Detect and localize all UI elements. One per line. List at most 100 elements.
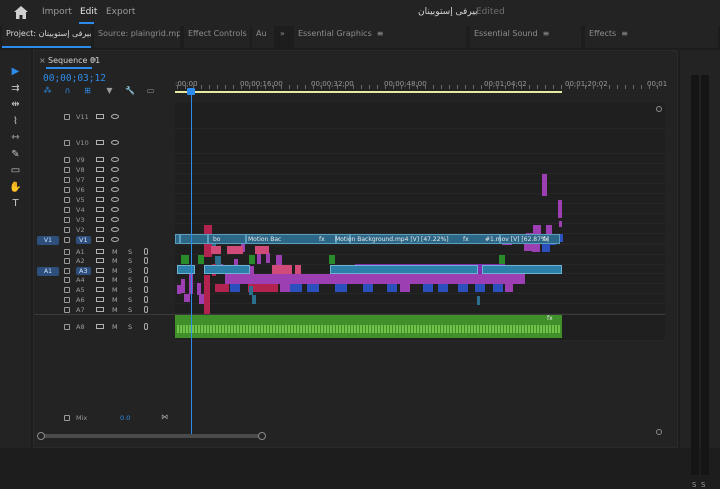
video-clip[interactable] bbox=[355, 274, 365, 284]
audio-clip[interactable] bbox=[329, 255, 335, 264]
nest-icon[interactable]: ⁂ bbox=[43, 86, 52, 95]
selection-tool-icon[interactable]: ▶ bbox=[9, 66, 22, 78]
video-clip[interactable] bbox=[532, 244, 540, 252]
audio-clip[interactable] bbox=[330, 265, 478, 274]
track-name[interactable]: V4 bbox=[76, 206, 85, 214]
audio-clip[interactable] bbox=[477, 296, 480, 305]
lock-icon[interactable] bbox=[64, 177, 70, 183]
audio-clip[interactable] bbox=[211, 246, 221, 254]
video-clip[interactable] bbox=[335, 274, 345, 284]
lock-icon[interactable] bbox=[64, 167, 70, 173]
video-lane[interactable] bbox=[175, 103, 665, 129]
microphone-icon[interactable] bbox=[144, 286, 148, 293]
sync-lock-icon[interactable] bbox=[96, 207, 104, 212]
playhead-line[interactable] bbox=[191, 91, 192, 435]
track-name[interactable]: V8 bbox=[76, 166, 85, 174]
eye-icon[interactable] bbox=[111, 227, 119, 232]
eye-icon[interactable] bbox=[111, 114, 119, 119]
mute-button[interactable]: M bbox=[112, 257, 118, 265]
razor-icon[interactable]: ⌇ bbox=[9, 116, 22, 128]
video-clip[interactable] bbox=[265, 274, 275, 284]
video-lane[interactable] bbox=[175, 174, 665, 184]
track-name[interactable]: A4 bbox=[76, 276, 85, 284]
tab-source[interactable]: Source: plaingrid.mp4 bbox=[94, 26, 180, 48]
video-clip[interactable] bbox=[455, 274, 465, 284]
lock-icon[interactable] bbox=[64, 248, 70, 255]
more-tabs-button[interactable]: » bbox=[276, 26, 292, 48]
type-icon[interactable]: T bbox=[9, 198, 22, 210]
lock-icon[interactable] bbox=[64, 139, 70, 146]
captions-icon[interactable]: ▭ bbox=[146, 86, 155, 95]
menu-edit[interactable]: Edit bbox=[80, 7, 97, 17]
solo-button[interactable]: S bbox=[128, 323, 132, 331]
audio-clip[interactable] bbox=[295, 265, 301, 274]
video-clip[interactable] bbox=[493, 284, 503, 292]
lock-icon[interactable] bbox=[64, 217, 70, 223]
video-clip[interactable] bbox=[325, 274, 335, 284]
video-clip[interactable] bbox=[184, 294, 190, 302]
tab-essential-graphics[interactable]: Essential Graphics ≡ bbox=[294, 26, 466, 48]
sync-lock-icon[interactable] bbox=[96, 167, 104, 172]
eye-icon[interactable] bbox=[111, 237, 119, 242]
lock-icon[interactable] bbox=[64, 187, 70, 193]
source-patch-v1[interactable]: V1 bbox=[37, 236, 59, 245]
video-clip[interactable] bbox=[425, 274, 435, 284]
tab-menu-icon[interactable]: ≡ bbox=[377, 29, 384, 38]
audio-clip[interactable] bbox=[227, 246, 243, 254]
solo-button[interactable]: S bbox=[128, 296, 132, 304]
video-clip[interactable] bbox=[275, 274, 285, 284]
sync-lock-icon[interactable] bbox=[96, 237, 104, 242]
video-clip[interactable] bbox=[233, 274, 243, 284]
video-clip[interactable] bbox=[230, 284, 240, 292]
close-sequence-icon[interactable]: × bbox=[39, 56, 46, 65]
audio-clip[interactable] bbox=[249, 286, 253, 295]
mute-button[interactable]: M bbox=[112, 306, 118, 314]
mute-button[interactable]: M bbox=[112, 286, 118, 294]
eye-icon[interactable] bbox=[111, 177, 119, 182]
settings-icon[interactable]: 🔧 bbox=[125, 86, 135, 95]
video-clip[interactable] bbox=[285, 274, 295, 284]
solo-right-label[interactable]: S bbox=[701, 481, 705, 489]
mute-button[interactable]: M bbox=[112, 276, 118, 284]
slip-icon[interactable]: ⇿ bbox=[9, 132, 22, 144]
mute-button[interactable]: M bbox=[112, 323, 118, 331]
microphone-icon[interactable] bbox=[144, 276, 148, 283]
v1-clip[interactable] bbox=[180, 234, 208, 244]
home-icon[interactable] bbox=[14, 6, 28, 19]
video-clip[interactable] bbox=[264, 284, 278, 292]
video-clip[interactable] bbox=[405, 274, 415, 284]
video-clip[interactable] bbox=[315, 274, 325, 284]
sync-lock-icon[interactable] bbox=[96, 324, 104, 329]
video-clip[interactable] bbox=[400, 284, 410, 292]
lock-icon[interactable] bbox=[64, 197, 70, 203]
lock-icon[interactable] bbox=[64, 415, 70, 421]
tab-menu-icon[interactable]: ≡ bbox=[543, 29, 550, 38]
video-lane[interactable] bbox=[175, 184, 665, 194]
video-clip[interactable] bbox=[485, 274, 495, 284]
lock-icon[interactable] bbox=[64, 258, 70, 264]
mix-value[interactable]: 0.0 bbox=[120, 414, 130, 422]
video-lane[interactable] bbox=[175, 214, 665, 224]
solo-button[interactable]: S bbox=[128, 276, 132, 284]
zoom-handle-left[interactable] bbox=[37, 432, 45, 440]
audio-clip[interactable] bbox=[198, 255, 204, 264]
sequence-menu-icon[interactable]: ≡ bbox=[90, 55, 97, 64]
video-clip[interactable] bbox=[559, 221, 562, 227]
lock-icon[interactable] bbox=[64, 114, 70, 120]
video-clip[interactable] bbox=[363, 284, 373, 292]
scroll-handle-bottom[interactable] bbox=[656, 429, 662, 435]
track-name[interactable]: V3 bbox=[76, 216, 85, 224]
audio-clip[interactable] bbox=[252, 295, 256, 304]
track-name[interactable]: V7 bbox=[76, 176, 85, 184]
eye-icon[interactable] bbox=[111, 157, 119, 162]
video-lane[interactable] bbox=[175, 164, 665, 174]
snap-icon[interactable]: ∩ bbox=[63, 86, 72, 95]
video-clip[interactable] bbox=[542, 244, 550, 252]
video-clip[interactable] bbox=[542, 174, 547, 196]
sync-lock-icon[interactable] bbox=[96, 287, 104, 292]
video-lane[interactable] bbox=[175, 129, 665, 154]
video-clip[interactable] bbox=[181, 279, 185, 293]
video-clip[interactable] bbox=[458, 284, 468, 292]
video-audio-divider[interactable] bbox=[34, 314, 665, 315]
microphone-icon[interactable] bbox=[144, 266, 148, 274]
